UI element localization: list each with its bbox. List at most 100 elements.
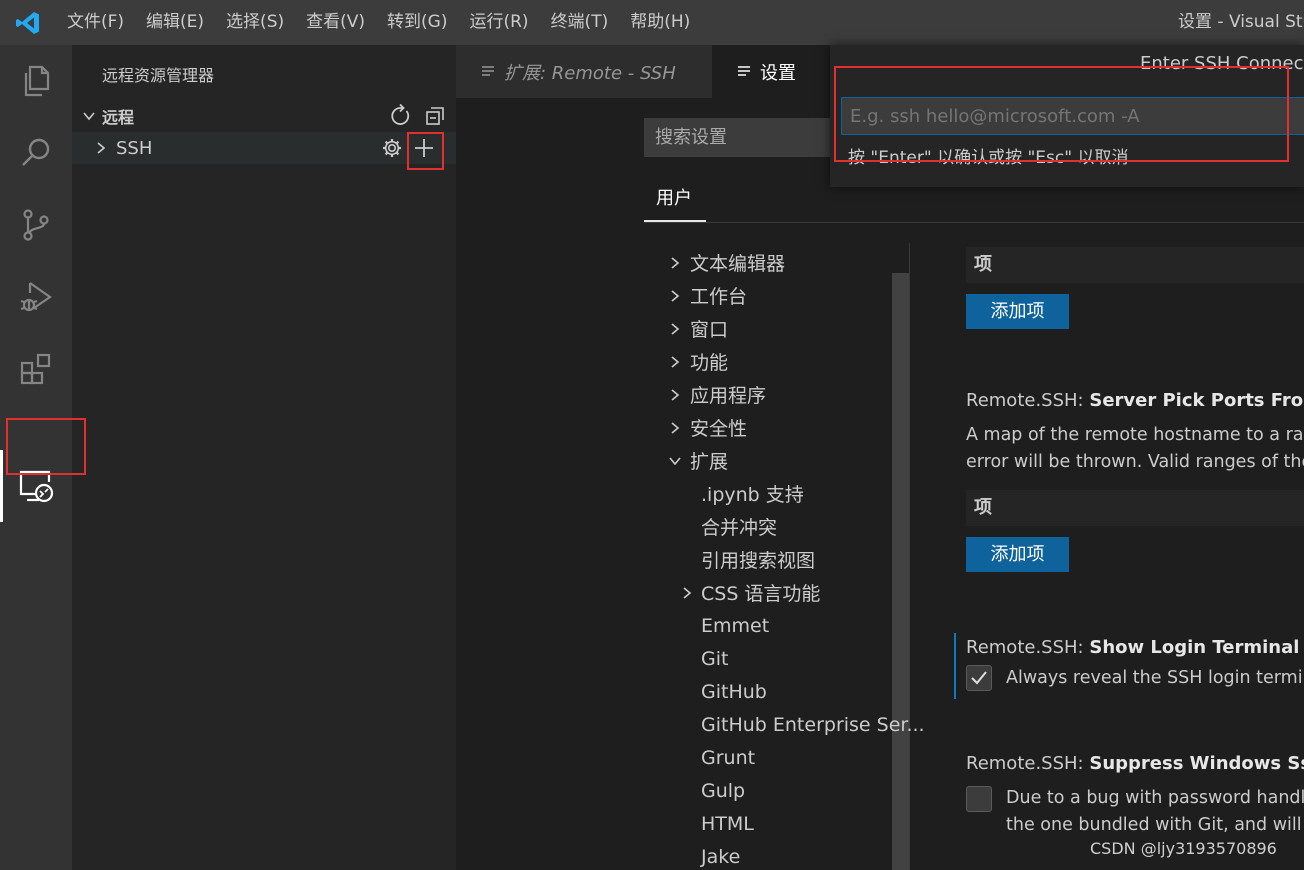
toc-label: 文本编辑器: [690, 253, 786, 275]
toc-item[interactable]: CSS 语言功能: [680, 576, 820, 609]
toc-label: 应用程序: [690, 385, 767, 407]
toc-item[interactable]: Grunt: [701, 741, 755, 774]
menu-edit[interactable]: 编辑(E): [135, 0, 215, 45]
source-control-icon[interactable]: [0, 189, 72, 261]
settings-file-icon: [738, 65, 750, 76]
chevron-right-icon: [97, 142, 106, 154]
toc-item[interactable]: 功能: [668, 345, 728, 378]
setting-suffix: (适: [1299, 637, 1304, 658]
show-login-terminal-checkbox[interactable]: [966, 665, 992, 691]
toc-scrollbar[interactable]: [892, 273, 909, 870]
remote-section-label: 远程: [102, 108, 135, 127]
explorer-icon[interactable]: [0, 45, 72, 117]
vscode-logo-icon: [0, 0, 56, 45]
ssh-tree-item[interactable]: SSH: [72, 132, 456, 164]
annotation-box: [6, 418, 86, 475]
toc-label: CSS 语言功能: [701, 583, 821, 605]
menu-help[interactable]: 帮助(H): [619, 0, 701, 45]
setting-name: Show Login Terminal: [1089, 637, 1300, 658]
window-title: 设置 - Visual Stu: [1178, 12, 1304, 32]
setting-description: A map of the remote hostname to a ran: [966, 425, 1304, 445]
setting-name: Suppress Windows Ssh W: [1089, 753, 1304, 774]
setting-name: Server Pick Ports From Ra: [1089, 390, 1304, 411]
remote-explorer-sidebar: 远程资源管理器 远程 SSH: [72, 45, 456, 870]
toc-item[interactable]: 文本编辑器: [668, 246, 785, 279]
chevron-down-icon: [669, 456, 681, 465]
extensions-icon[interactable]: [0, 333, 72, 405]
setting-description: the one bundled with Git, and will s: [1006, 815, 1304, 835]
setting-title: Remote.SSH: Show Login Terminal (适: [966, 633, 1304, 659]
toc-item[interactable]: .ipynb 支持: [701, 477, 804, 510]
setting-prefix: Remote.SSH:: [966, 390, 1090, 411]
menu-file[interactable]: 文件(F): [56, 0, 135, 45]
toc-item[interactable]: 合并冲突: [701, 510, 777, 543]
settings-list: 项 添加项 Remote.SSH: Server Pick Ports From…: [910, 243, 1304, 870]
remote-section-header[interactable]: 远程: [72, 100, 456, 132]
title-bar: 文件(F) 编辑(E) 选择(S) 查看(V) 转到(G) 运行(R) 终端(T…: [0, 0, 1304, 45]
collapse-all-icon[interactable]: [424, 105, 446, 127]
toc-item[interactable]: 应用程序: [668, 378, 766, 411]
gear-icon[interactable]: [381, 137, 403, 159]
toc-label: 扩展: [690, 451, 729, 473]
menu-bar: 文件(F) 编辑(E) 选择(S) 查看(V) 转到(G) 运行(R) 终端(T…: [56, 0, 701, 45]
tab-settings[interactable]: 设置: [712, 45, 832, 98]
toc-item[interactable]: 安全性: [668, 411, 747, 444]
toc-label: 功能: [690, 352, 729, 374]
chevron-right-icon: [671, 421, 680, 434]
toc-label: 窗口: [690, 319, 729, 341]
preview-icon: [482, 65, 494, 76]
menu-go[interactable]: 转到(G): [376, 0, 458, 45]
menu-view[interactable]: 查看(V): [295, 0, 376, 45]
toc-item[interactable]: 引用搜索视图: [701, 543, 815, 576]
settings-search-input[interactable]: 搜索设置: [644, 118, 844, 157]
toc-item[interactable]: Jake: [701, 840, 740, 870]
item-list-header: 项: [966, 247, 1304, 283]
sidebar-title: 远程资源管理器: [102, 66, 215, 85]
tab-settings-label: 设置: [760, 62, 796, 84]
toc-label: 安全性: [690, 418, 748, 440]
chevron-right-icon: [671, 322, 680, 335]
toc-label: 工作台: [690, 286, 748, 308]
watermark: CSDN @ljy3193570896: [1090, 839, 1277, 858]
toc-item[interactable]: 扩展: [668, 444, 728, 477]
checkmark-icon: [971, 671, 987, 685]
setting-description: error will be thrown. Valid ranges of th…: [966, 452, 1304, 472]
add-item-button[interactable]: 添加项: [966, 537, 1069, 572]
setting-prefix: Remote.SSH:: [966, 637, 1090, 658]
menu-terminal[interactable]: 终端(T): [540, 0, 620, 45]
menu-selection[interactable]: 选择(S): [215, 0, 295, 45]
toc-item[interactable]: Gulp: [701, 774, 745, 807]
search-icon[interactable]: [0, 117, 72, 189]
annotation-box: [834, 66, 1289, 162]
tab-extension-remote-ssh[interactable]: 扩展: Remote - SSH: [456, 45, 712, 98]
menu-run[interactable]: 运行(R): [458, 0, 539, 45]
toc-item[interactable]: Git: [701, 642, 728, 675]
chevron-right-icon: [671, 256, 680, 269]
setting-title: Remote.SSH: Server Pick Ports From Ra: [966, 390, 1304, 411]
toc-item[interactable]: HTML: [701, 807, 754, 840]
toc-item[interactable]: Emmet: [701, 609, 769, 642]
setting-description: Due to a bug with password handli: [1006, 788, 1304, 808]
setting-prefix: Remote.SSH:: [966, 753, 1090, 774]
toc-item[interactable]: 工作台: [668, 279, 747, 312]
chevron-down-icon: [83, 112, 95, 121]
toc-item[interactable]: GitHub Enterprise Ser...: [701, 708, 925, 741]
chevron-right-icon: [671, 289, 680, 302]
item-list-header: 项: [966, 490, 1304, 526]
ssh-label: SSH: [116, 137, 153, 159]
modified-indicator: [954, 633, 956, 699]
run-debug-icon[interactable]: [0, 261, 72, 333]
chevron-right-icon: [671, 388, 680, 401]
tab-user-settings[interactable]: 用户: [656, 184, 692, 210]
scope-divider: [644, 222, 1304, 223]
toc-item[interactable]: GitHub: [701, 675, 767, 708]
toc-item[interactable]: 窗口: [668, 312, 728, 345]
vscode-window: 文件(F) 编辑(E) 选择(S) 查看(V) 转到(G) 运行(R) 终端(T…: [0, 0, 1304, 870]
add-item-button[interactable]: 添加项: [966, 294, 1069, 329]
chevron-right-icon: [671, 355, 680, 368]
annotation-box: [407, 132, 444, 170]
settings-editor: 搜索设置 用户 文本编辑器 工作台 窗口 功能 应用程序 安全性 扩展 .ipy…: [456, 98, 1304, 870]
tab-extension-label: 扩展: Remote - SSH: [504, 62, 676, 84]
suppress-warning-checkbox[interactable]: [966, 786, 992, 812]
refresh-icon[interactable]: [388, 104, 412, 128]
